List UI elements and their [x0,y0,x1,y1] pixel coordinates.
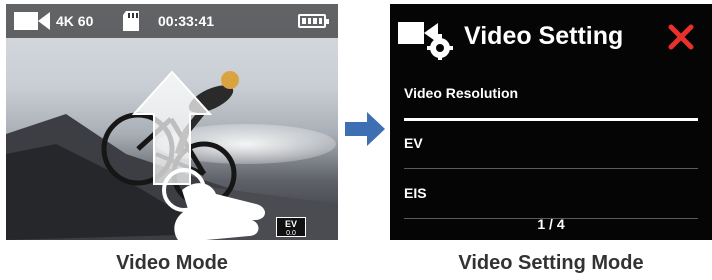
menu-item-label: EIS [404,185,427,201]
menu-item-label: Video Resolution [404,85,519,101]
ev-badge[interactable]: EV 0.0 [276,217,306,237]
ev-label: EV [284,219,297,229]
menu-item-eis[interactable]: EIS [404,168,698,219]
ev-value: 0.0 [286,230,296,237]
swipe-up-arrow-icon [131,70,213,185]
close-icon[interactable] [668,24,694,50]
caption-video-mode: Video Mode [116,252,228,274]
page-indicator: 1 / 4 [537,216,565,232]
menu-item-label: EV [404,135,423,151]
caption-video-setting-mode: Video Setting Mode [458,252,644,274]
video-mode-screen: 4K 60 00:33:41 EV 0.0 [6,4,338,240]
hand-pointer-icon [174,183,265,240]
menu-item-ev[interactable]: EV [404,118,698,169]
swipe-gesture [131,70,265,240]
video-setting-screen: Video Setting Video Resolution EV EIS 1 … [390,4,712,240]
right-arrow-icon [345,112,385,146]
menu-item-video-resolution[interactable]: Video Resolution [404,68,698,121]
video-settings-icon [398,22,453,60]
setting-header: Video Setting [390,4,712,68]
setting-title: Video Setting [464,22,624,50]
